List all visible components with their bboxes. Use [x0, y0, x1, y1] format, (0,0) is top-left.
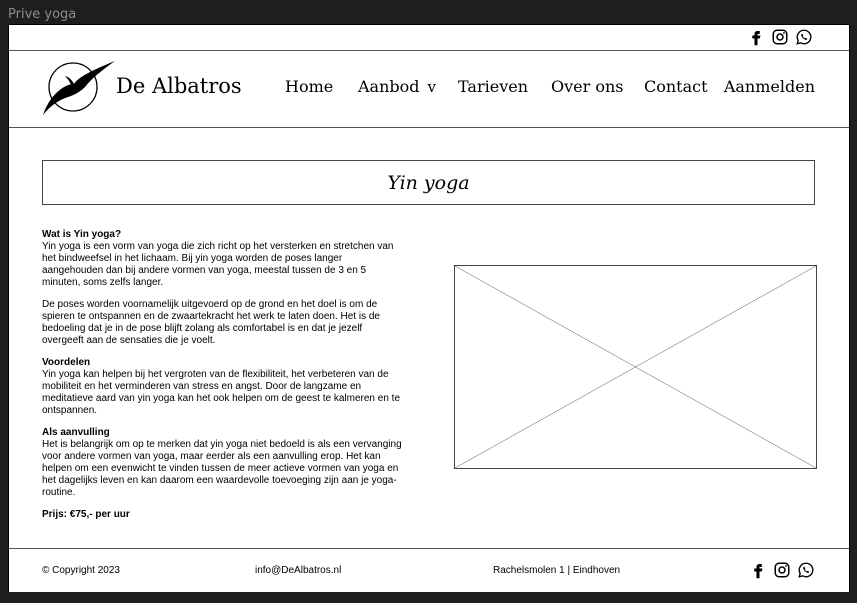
nav-aanbod[interactable]: Aanbod v: [358, 77, 436, 96]
nav-tarieven[interactable]: Tarieven: [458, 77, 528, 96]
whatsapp-icon[interactable]: [795, 28, 813, 46]
intro-section: Wat is Yin yoga? Yin yoga is een vorm va…: [42, 229, 402, 289]
brand-name[interactable]: De Albatros: [116, 74, 242, 98]
image-placeholder: [454, 265, 817, 469]
addition-section: Als aanvulling Het is belangrijk om op t…: [42, 427, 402, 499]
facebook-icon[interactable]: [749, 561, 767, 579]
main-nav: Home Aanbod v Tarieven Over ons Contact A…: [285, 77, 815, 101]
social-icons: [747, 28, 813, 46]
site-footer: © Copyright 2023 info@DeAlbatros.nl Rach…: [9, 548, 849, 592]
facebook-icon[interactable]: [747, 28, 765, 46]
footer-social-icons: [749, 561, 815, 579]
nav-aanmelden[interactable]: Aanmelden: [724, 77, 815, 96]
albatross-bird-icon[interactable]: [41, 57, 117, 117]
window-title: Prive yoga: [8, 7, 77, 22]
site-header: De Albatros Home Aanbod v Tarieven Over o…: [9, 50, 849, 128]
nav-contact[interactable]: Contact: [644, 77, 708, 96]
benefits-text: Yin yoga kan helpen bij het vergroten va…: [42, 369, 401, 416]
intro-text: Yin yoga is een vorm van yoga die zich r…: [42, 241, 394, 288]
address-text: Rachelsmolen 1 | Eindhoven: [493, 565, 621, 576]
social-topbar: [9, 25, 849, 51]
nav-over-ons[interactable]: Over ons: [551, 77, 624, 96]
email-link[interactable]: info@DeAlbatros.nl: [255, 565, 341, 576]
addition-text: Het is belangrijk om op te merken dat yi…: [42, 439, 402, 498]
nav-home[interactable]: Home: [285, 77, 333, 96]
instagram-icon[interactable]: [773, 561, 791, 579]
benefits-section: Voordelen Yin yoga kan helpen bij het ve…: [42, 357, 402, 417]
nav-aanbod-label: Aanbod: [358, 77, 420, 96]
whatsapp-icon[interactable]: [797, 561, 815, 579]
copyright-text: © Copyright 2023: [42, 565, 120, 576]
intro-heading: Wat is Yin yoga?: [42, 229, 122, 240]
addition-heading: Als aanvulling: [42, 427, 110, 438]
price-label: Prijs: €75,- per uur: [42, 509, 130, 520]
page-title-box: Yin yoga: [42, 160, 815, 205]
page: De Albatros Home Aanbod v Tarieven Over o…: [8, 24, 850, 592]
content-text: Wat is Yin yoga? Yin yoga is een vorm va…: [42, 229, 402, 531]
chevron-down-icon: v: [427, 78, 436, 96]
page-title: Yin yoga: [387, 171, 470, 194]
instagram-icon[interactable]: [771, 28, 789, 46]
poses-paragraph: De poses worden voornamelijk uitgevoerd …: [42, 299, 380, 346]
benefits-heading: Voordelen: [42, 357, 91, 368]
